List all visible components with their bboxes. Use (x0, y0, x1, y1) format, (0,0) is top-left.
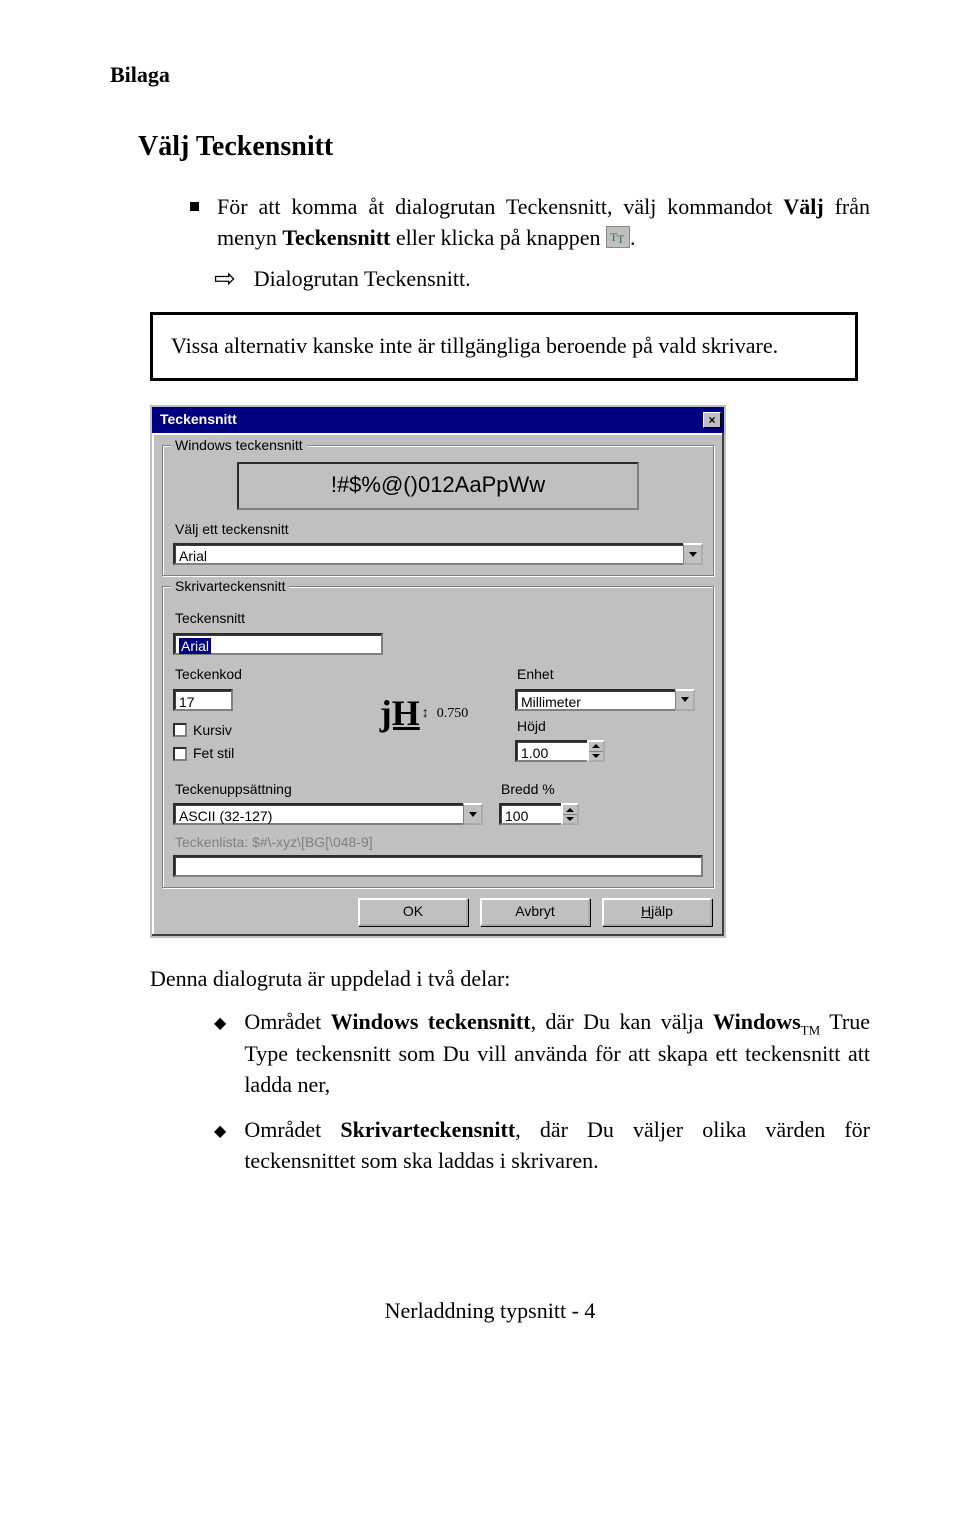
list-item-body: Området Windows teckensnitt, där Du kan … (244, 1007, 870, 1101)
group-printer-font: Skrivarteckensnitt Teckensnitt Arial Tec… (162, 586, 714, 888)
group-windows-font-legend: Windows teckensnitt (171, 436, 307, 456)
width-spinner[interactable]: 100 (499, 803, 579, 825)
intro-period: . (630, 225, 636, 250)
b1-b2: Windows (713, 1009, 801, 1034)
charset-combo[interactable]: ASCII (32-127) (173, 803, 483, 825)
dialog-screenshot: Teckensnitt × Windows teckensnitt !#$%@(… (150, 405, 726, 938)
charset-value: ASCII (32-127) (173, 803, 463, 825)
code-input[interactable]: 17 (173, 689, 233, 711)
running-head: Bilaga (110, 60, 870, 91)
height-label: Höjd (517, 717, 695, 737)
intro-prefix: För att komma åt dialogrutan Teckensnitt… (217, 194, 783, 219)
spin-buttons[interactable] (587, 740, 605, 762)
cancel-button[interactable]: Avbryt (480, 898, 590, 926)
result-row: ⇨ Dialogrutan Teckensnitt. (214, 264, 870, 295)
list-item: ◆ Området Skrivarteckensnitt, där Du väl… (214, 1115, 870, 1177)
intro-tail: eller klicka på knappen (390, 225, 606, 250)
italic-label: Kursiv (193, 721, 232, 741)
help-underline: H (641, 902, 651, 922)
dialog-titlebar: Teckensnitt × (150, 405, 726, 433)
chevron-up-icon (592, 744, 600, 748)
checkbox-icon (173, 723, 187, 737)
hand-arrow-icon: ⇨ (214, 266, 236, 292)
diamond-bullet-icon: ◆ (214, 1013, 226, 1035)
svg-text:T: T (617, 232, 625, 246)
chevron-down-icon (592, 754, 600, 758)
intro-menu: Teckensnitt (282, 225, 390, 250)
unit-value: Millimeter (515, 689, 675, 711)
help-rest: jälp (651, 902, 673, 922)
charlist-input[interactable] (173, 855, 703, 877)
b1-p1: Området (244, 1009, 330, 1034)
spin-buttons[interactable] (561, 803, 579, 825)
b1-p2: , där Du kan välja (531, 1009, 713, 1034)
charlist-label: Teckenlista: $#\-xyz\[BG[\048-9] (175, 833, 703, 853)
width-label: Bredd % (501, 780, 619, 800)
jh-height-graphic: jH ↕ 0.750 (349, 684, 499, 742)
dialog-body: Windows teckensnitt !#$%@()012AaPpWw Väl… (150, 433, 726, 938)
list-item: ◆ Området Windows teckensnitt, där Du ka… (214, 1007, 870, 1101)
page-heading: Välj Teckensnitt (138, 127, 870, 166)
bold-label: Fet stil (193, 744, 234, 764)
group-printer-font-legend: Skrivarteckensnitt (171, 577, 289, 597)
b1-b1: Windows teckensnitt (331, 1009, 531, 1034)
unit-label: Enhet (517, 665, 695, 685)
code-label: Teckenkod (175, 665, 333, 685)
result-text: Dialogrutan Teckensnitt. (254, 264, 471, 295)
dialog-button-row: OK Avbryt Hjälp (160, 898, 716, 926)
windows-font-combo[interactable]: Arial (173, 543, 703, 565)
chevron-down-icon[interactable] (463, 803, 483, 825)
ok-button[interactable]: OK (358, 898, 468, 926)
page-footer: Nerladdning typsnitt - 4 (110, 1296, 870, 1327)
chevron-down-icon (566, 817, 574, 821)
b2-b1: Skrivarteckensnitt (340, 1117, 515, 1142)
help-button[interactable]: Hjälp (602, 898, 712, 926)
charset-label: Teckenuppsättning (175, 780, 483, 800)
diamond-bullet-icon: ◆ (214, 1121, 226, 1143)
after-dialog-intro: Denna dialogruta är uppdelad i två delar… (150, 964, 830, 995)
intro-cmd: Välj (783, 194, 823, 219)
chevron-up-icon (566, 808, 574, 812)
height-spinner[interactable]: 1.00 (515, 740, 605, 762)
checkbox-icon (173, 747, 187, 761)
jh-value: 0.750 (437, 704, 469, 724)
font-preview: !#$%@()012AaPpWw (237, 462, 640, 510)
group-windows-font: Windows teckensnitt !#$%@()012AaPpWw Väl… (162, 445, 714, 577)
windows-font-value: Arial (173, 543, 683, 565)
chevron-down-icon[interactable] (683, 543, 703, 565)
italic-checkbox[interactable]: Kursiv (173, 721, 333, 741)
feature-list: ◆ Området Windows teckensnitt, där Du ka… (214, 1007, 870, 1177)
height-value: 1.00 (515, 740, 587, 762)
chevron-down-icon[interactable] (675, 689, 695, 711)
printer-font-input[interactable]: Arial (173, 633, 383, 655)
instruction-item: För att komma åt dialogrutan Teckensnitt… (190, 192, 870, 254)
printer-font-label: Teckensnitt (175, 609, 703, 629)
printer-font-value: Arial (179, 638, 211, 654)
updown-arrow-icon: ↕ (422, 704, 429, 724)
list-item-body: Området Skrivarteckensnitt, där Du välje… (244, 1115, 870, 1177)
select-font-label: Välj ett teckensnitt (175, 520, 703, 540)
b1-tm: TM (801, 1022, 821, 1037)
note-box: Vissa alternativ kanske inte är tillgäng… (150, 312, 858, 381)
close-icon[interactable]: × (703, 412, 721, 428)
bold-checkbox[interactable]: Fet stil (173, 744, 333, 764)
width-value: 100 (499, 803, 561, 825)
b2-p1: Området (244, 1117, 340, 1142)
jh-letters: jH (380, 688, 420, 738)
instruction-text: För att komma åt dialogrutan Teckensnitt… (217, 192, 870, 254)
note-text: Vissa alternativ kanske inte är tillgäng… (171, 333, 778, 358)
unit-combo[interactable]: Millimeter (515, 689, 695, 711)
toolbar-font-icon: TT (606, 226, 630, 248)
bullet-square-icon (190, 202, 199, 211)
dialog-title: Teckensnitt (160, 410, 237, 430)
